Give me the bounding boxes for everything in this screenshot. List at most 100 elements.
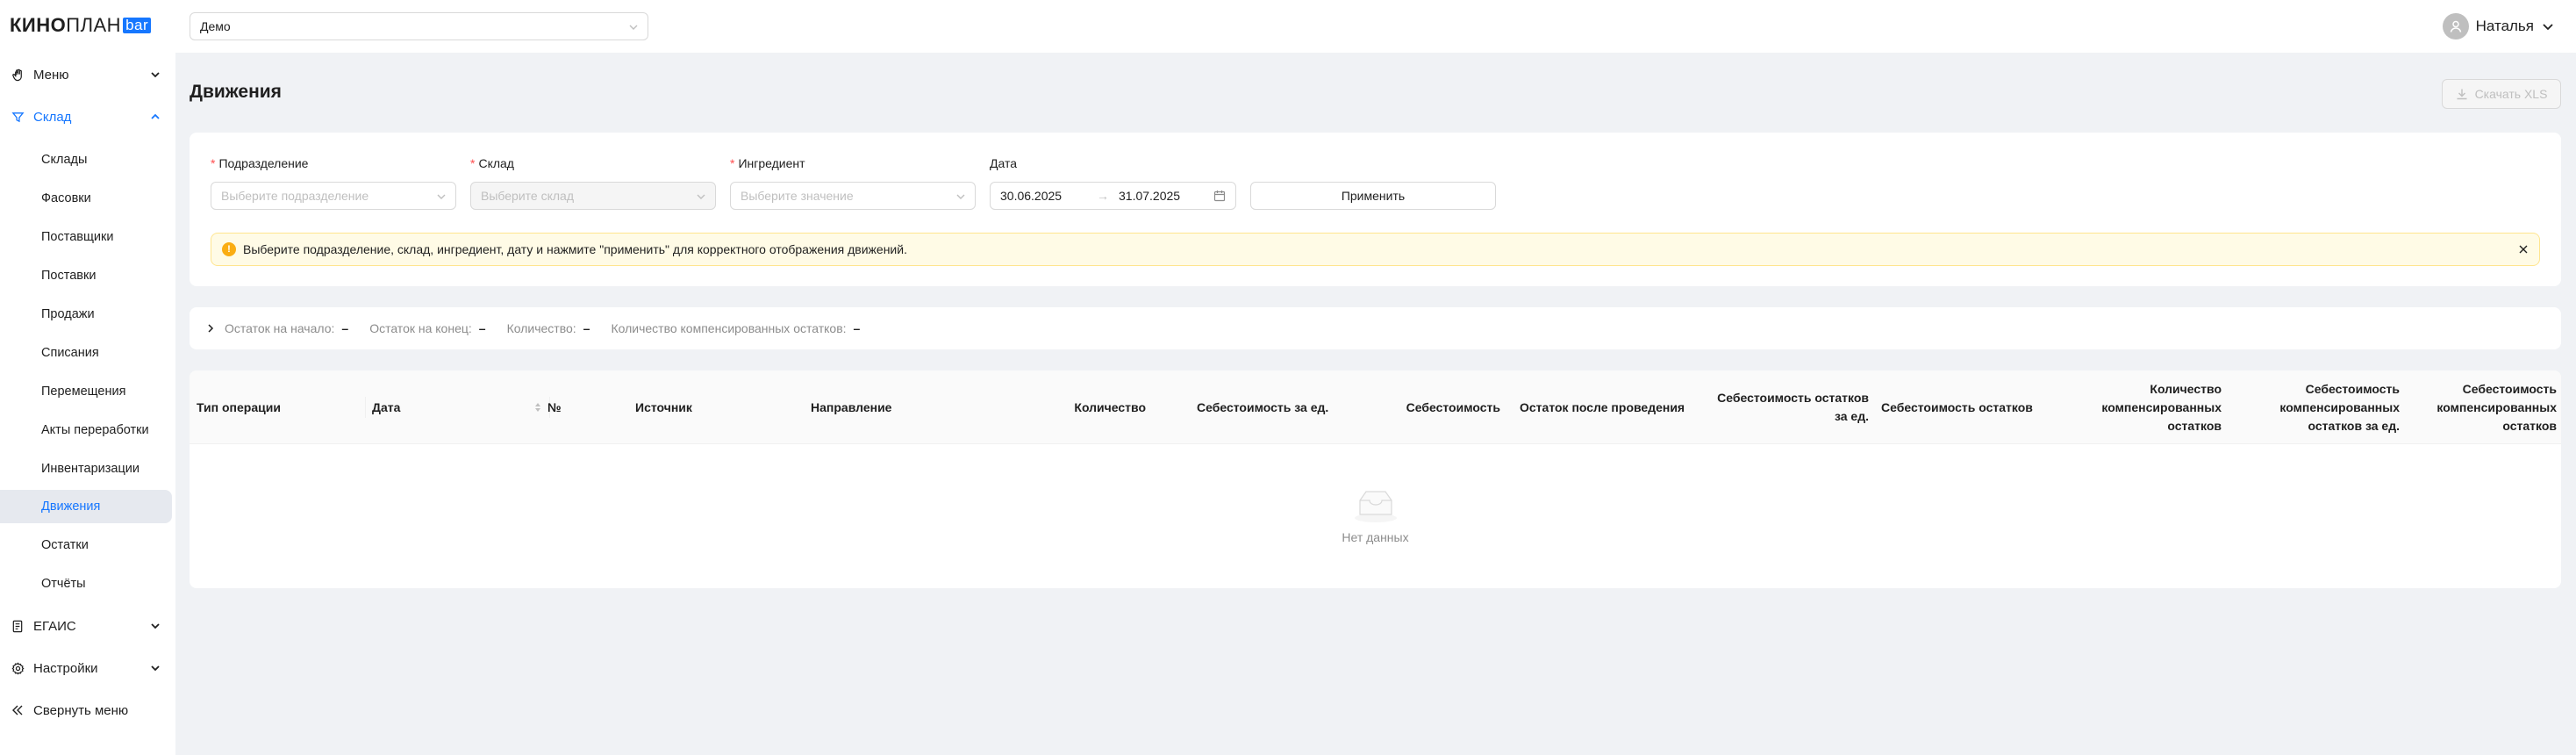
subdivision-label: * Подразделение: [211, 156, 309, 170]
empty-state: Нет данных: [190, 444, 2561, 588]
ingredient-label: * Ингредиент: [730, 156, 805, 170]
empty-text: Нет данных: [1342, 530, 1409, 544]
topbar: Демо Наталья: [175, 0, 2576, 53]
sidebar-item-ostatki[interactable]: Остатки: [0, 528, 172, 562]
sidebar-item-egais[interactable]: ЕГАИС: [11, 610, 165, 642]
sidebar-item-label: Акты переработки: [41, 423, 149, 437]
chevron-down-icon: [151, 665, 160, 672]
chevron-down-icon: [151, 623, 160, 629]
logo[interactable]: КИНО ПЛАН bar: [10, 14, 152, 36]
summary-quantity: Количество: –: [506, 321, 590, 335]
sort-icon[interactable]: [533, 401, 542, 413]
column-header-date[interactable]: Дата: [372, 370, 547, 444]
logo-plan: ПЛАН: [66, 14, 122, 36]
sidebar-item-dvizheniya[interactable]: Движения: [0, 490, 172, 523]
column-header: Себестоимость: [1406, 399, 1500, 414]
sidebar-item-label: Перемещения: [41, 385, 126, 399]
chevron-down-icon: [437, 194, 446, 199]
alert-text: Выберите подразделение, склад, ингредиен…: [243, 242, 907, 256]
chevron-down-icon: [2543, 24, 2553, 31]
cinema-select-value: Демо: [200, 19, 231, 33]
sidebar-item-label: Отчёты: [41, 577, 86, 591]
required-mark: *: [730, 156, 735, 170]
ingredient-select[interactable]: Выберите значение: [730, 182, 976, 210]
double-chevron-left-icon: [11, 703, 25, 717]
download-icon: [2457, 89, 2467, 100]
logo-kino: КИНО: [10, 14, 67, 36]
sidebar-item-peremeshcheniya[interactable]: Перемещения: [0, 375, 172, 408]
summary-end-value: –: [478, 321, 486, 335]
user-name: Наталья: [2475, 18, 2534, 34]
sidebar-item-postavshchiki[interactable]: Поставщики: [0, 220, 172, 254]
sidebar-item-label: ЕГАИС: [33, 618, 76, 634]
column-header: №: [547, 399, 562, 414]
summary-compensated: Количество компенсированных остатков: –: [611, 321, 861, 335]
filter-card: * Подразделение Выберите подразделение * С…: [190, 133, 2561, 286]
movements-table: Тип операции Дата № Источник Направление…: [190, 370, 2561, 588]
sidebar-item-inventarizatsii[interactable]: Инвентаризации: [0, 452, 172, 485]
summary-start-value: –: [341, 321, 349, 335]
user-menu[interactable]: Наталья: [2442, 12, 2555, 40]
summary-quantity-value: –: [583, 321, 590, 335]
sidebar-item-label: Фасовки: [41, 191, 91, 205]
date-label: Дата: [990, 156, 1018, 170]
empty-inbox-icon: [1354, 491, 1397, 522]
chevron-down-icon: [697, 194, 705, 199]
document-icon: [11, 619, 25, 633]
chevron-down-icon: [956, 194, 965, 199]
sidebar-item-menu[interactable]: Меню: [11, 59, 165, 90]
sidebar-item-label: Склады: [41, 153, 88, 167]
sidebar-item-fasovki[interactable]: Фасовки: [0, 182, 172, 215]
date-from[interactable]: 30.06.2025: [1000, 189, 1062, 203]
sidebar-item-label: Движения: [41, 500, 101, 514]
date-range-picker[interactable]: 30.06.2025 → 31.07.2025: [990, 182, 1236, 210]
sidebar-item-otchety[interactable]: Отчёты: [0, 567, 172, 600]
warehouse-select[interactable]: Выберите склад: [470, 182, 716, 210]
column-header: Количество: [1074, 399, 1146, 414]
sidebar-item-label: Поставщики: [41, 230, 114, 244]
column-header: Остаток после проведения: [1520, 399, 1685, 414]
sidebar-item-akty-pererabotki[interactable]: Акты переработки: [0, 413, 172, 447]
column-header: Себестоимость компенсированных остатков: [2436, 381, 2557, 433]
warehouse-label: * Склад: [470, 156, 514, 170]
summary-start: Остаток на начало: –: [225, 321, 349, 335]
sidebar-item-label: Поставки: [41, 269, 97, 283]
subdivision-placeholder: Выберите подразделение: [221, 189, 369, 203]
chevron-down-icon: [151, 72, 160, 78]
date-to[interactable]: 31.07.2025: [1119, 189, 1180, 203]
collapse-menu-label: Свернуть меню: [33, 702, 129, 718]
ingredient-placeholder: Выберите значение: [741, 189, 854, 203]
sidebar-item-spisaniya[interactable]: Списания: [0, 336, 172, 370]
summary-compensated-value: –: [853, 321, 861, 335]
download-xls-button[interactable]: Скачать XLS: [2442, 79, 2561, 109]
sidebar-item-label: Склад: [33, 109, 72, 125]
sidebar-item-sklad[interactable]: Склад: [11, 101, 165, 133]
page-title: Движения: [190, 82, 282, 102]
column-header: Себестоимость остатков за ед.: [1717, 391, 1869, 423]
sidebar-item-label: Списания: [41, 346, 99, 360]
hand-icon: [11, 68, 25, 82]
sidebar-item-label: Инвентаризации: [41, 462, 140, 476]
gear-icon: [11, 661, 25, 675]
column-header: Количество компенсированных остатков: [2101, 381, 2222, 433]
column-header: Тип операции: [197, 399, 281, 414]
column-header: Себестоимость остатков: [1881, 399, 2033, 414]
close-icon[interactable]: [2518, 244, 2529, 255]
warning-alert: ! Выберите подразделение, склад, ингреди…: [211, 233, 2540, 266]
sidebar-item-settings[interactable]: Настройки: [11, 652, 165, 684]
sidebar-item-label: Продажи: [41, 307, 95, 321]
avatar: [2442, 13, 2469, 40]
warning-icon: !: [222, 242, 236, 256]
chevron-right-icon[interactable]: [205, 323, 216, 334]
sidebar-item-prodazhi[interactable]: Продажи: [0, 298, 172, 331]
sidebar-item-sklady[interactable]: Склады: [0, 143, 172, 176]
table-header: Тип операции Дата № Источник Направление…: [190, 370, 2561, 444]
filter-icon: [11, 110, 25, 124]
warehouse-placeholder: Выберите склад: [481, 189, 574, 203]
subdivision-select[interactable]: Выберите подразделение: [211, 182, 456, 210]
required-mark: *: [211, 156, 216, 170]
sidebar-item-postavki[interactable]: Поставки: [0, 259, 172, 292]
cinema-select[interactable]: Демо: [190, 12, 648, 40]
collapse-menu-button[interactable]: Свернуть меню: [11, 694, 165, 726]
apply-button[interactable]: Применить: [1250, 182, 1496, 210]
